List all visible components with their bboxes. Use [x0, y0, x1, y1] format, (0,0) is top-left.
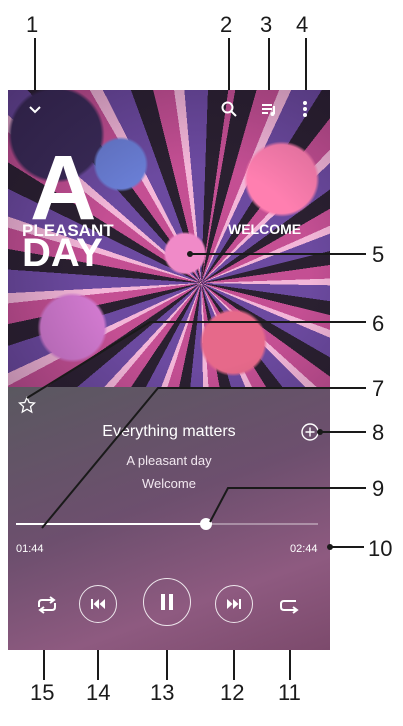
pause-icon [161, 594, 173, 610]
search-icon[interactable] [214, 94, 244, 124]
previous-button[interactable] [79, 585, 117, 623]
track-title: Everything matters [102, 423, 236, 440]
leader-line-1 [34, 38, 36, 98]
album-art-title-line3: DAY [22, 231, 103, 275]
callout-7: 7 [372, 376, 385, 401]
callout-2: 2 [220, 12, 233, 37]
track-album: A pleasant day [126, 453, 212, 468]
music-player-screen: A PLEASANT DAY WELCOME Everything matter… [8, 90, 330, 650]
repeat-icon [280, 600, 299, 614]
callout-8: 8 [372, 420, 385, 445]
callout-1: 1 [26, 12, 39, 37]
callout-15: 15 [30, 680, 55, 705]
callout-3: 3 [260, 12, 273, 37]
next-button[interactable] [215, 585, 253, 623]
more-vert-icon[interactable] [290, 94, 320, 124]
callout-12: 12 [220, 680, 245, 705]
album-art[interactable]: A PLEASANT DAY WELCOME [8, 90, 330, 387]
favorite-star-icon[interactable] [17, 395, 37, 414]
add-to-playlist-icon[interactable] [300, 422, 320, 442]
play-pause-button[interactable] [143, 578, 191, 626]
seek-bar[interactable] [16, 523, 318, 525]
callout-14: 14 [86, 680, 111, 705]
callout-5: 5 [372, 242, 385, 267]
seek-bar-progress [16, 523, 207, 525]
callout-10: 10 [368, 536, 393, 561]
callout-11: 11 [278, 680, 301, 705]
album-art-label-right: WELCOME [228, 221, 302, 237]
callout-13: 13 [150, 680, 175, 705]
callout-6: 6 [372, 311, 385, 336]
track-artist: Welcome [142, 476, 196, 491]
skip-next-icon [227, 599, 241, 609]
leader-line-4 [305, 38, 307, 98]
skip-previous-icon [91, 599, 105, 609]
callout-4: 4 [296, 12, 309, 37]
shuffle-button[interactable] [32, 590, 62, 620]
chevron-down-icon[interactable] [20, 94, 50, 124]
leader-line-2 [228, 38, 230, 98]
callout-9: 9 [372, 476, 385, 501]
leader-line-3 [268, 38, 270, 98]
shuffle-icon [38, 596, 56, 614]
repeat-button[interactable] [274, 590, 304, 620]
elapsed-time: 01:44 [16, 543, 44, 555]
total-time: 02:44 [290, 543, 318, 555]
queue-icon[interactable] [254, 94, 284, 124]
